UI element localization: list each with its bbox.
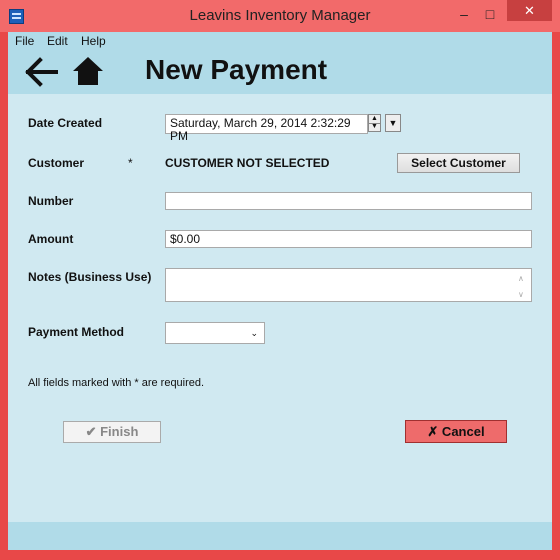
date-created-picker[interactable]: Saturday, March 29, 2014 2:32:29 PM	[165, 114, 368, 143]
title-bar[interactable]: Leavins Inventory Manager – □ ✕	[0, 0, 560, 32]
required-marker: *	[128, 156, 133, 170]
page-title: New Payment	[145, 54, 328, 85]
page-header: New Payment	[8, 50, 552, 94]
customer-label: Customer	[28, 156, 85, 170]
menu-bar: File Edit Help	[8, 32, 552, 50]
scroll-up-icon[interactable]: ∧	[518, 272, 524, 285]
close-button[interactable]: ✕	[507, 0, 552, 21]
cancel-button[interactable]: ✗ Cancel	[405, 420, 507, 443]
required-fields-note: All fields marked with * are required.	[28, 377, 205, 389]
select-customer-button[interactable]: Select Customer	[397, 153, 520, 173]
menu-file[interactable]: File	[15, 34, 34, 48]
amount-label: Amount	[28, 232, 74, 246]
date-created-label: Date Created	[28, 116, 103, 130]
client-area: File Edit Help New Payment Date Created …	[8, 32, 552, 550]
app-window: Leavins Inventory Manager – □ ✕ File Edi…	[0, 0, 560, 560]
number-label: Number	[28, 194, 74, 208]
maximize-button[interactable]: □	[480, 6, 500, 22]
chevron-down-icon: ⌄	[250, 328, 258, 338]
amount-field[interactable]: $0.00	[165, 230, 532, 248]
status-bar	[8, 522, 552, 550]
payment-method-label: Payment Method	[28, 325, 125, 339]
payment-method-select[interactable]: ⌄	[165, 322, 265, 344]
scroll-down-icon[interactable]: ∨	[518, 288, 524, 301]
number-field[interactable]	[165, 192, 532, 210]
minimize-button[interactable]: –	[454, 6, 474, 22]
window-title: Leavins Inventory Manager	[189, 7, 371, 24]
spin-down-icon[interactable]: ▼	[369, 123, 380, 131]
notes-scrollbar[interactable]: ∧ ∨	[516, 270, 530, 300]
date-spinner[interactable]: ▲ ▼	[368, 114, 381, 132]
notes-textarea[interactable]: ∧ ∨	[165, 268, 532, 302]
notes-label: Notes (Business Use)	[28, 270, 152, 284]
home-icon[interactable]	[72, 55, 104, 87]
date-dropdown-button[interactable]: ▼	[385, 114, 401, 132]
menu-edit[interactable]: Edit	[47, 34, 68, 48]
finish-button[interactable]: ✔ Finish	[63, 421, 161, 443]
arrow-left-icon[interactable]	[24, 57, 58, 87]
menu-help[interactable]: Help	[81, 34, 106, 48]
customer-value: CUSTOMER NOT SELECTED	[165, 156, 330, 170]
